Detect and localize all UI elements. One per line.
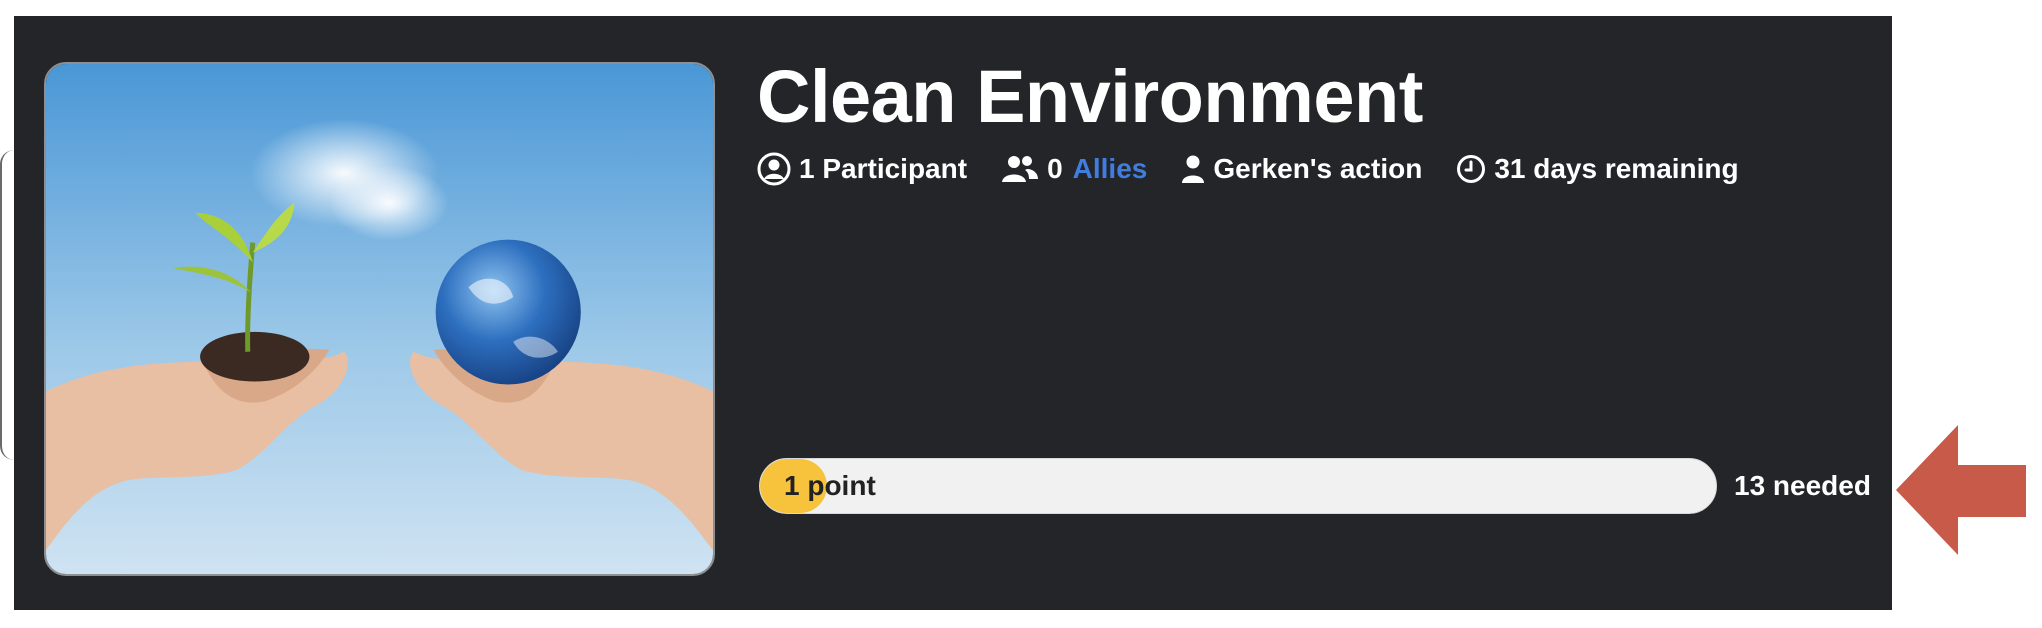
action-image[interactable] [44, 62, 715, 576]
left-arrow-icon [1896, 425, 2026, 555]
points-progress-bar: 1 point [759, 458, 1717, 514]
time-remaining-info: 31 days remaining [1456, 153, 1739, 185]
progress-points-label: 1 point [784, 470, 876, 501]
action-title: Clean Environment [757, 55, 1423, 138]
owner-text: Gerken's action [1213, 153, 1423, 184]
points-needed-label: 13 needed [1734, 470, 1871, 501]
action-card: Clean Environment 1 Participant 0 Allies [14, 16, 1892, 610]
participants-text: 1 Participant [799, 153, 968, 184]
allies-info: 0 Allies [1001, 153, 1147, 185]
user-circle-icon [757, 152, 791, 186]
users-icon [1002, 156, 1039, 182]
participants-info[interactable]: 1 Participant [757, 152, 967, 186]
action-meta: 1 Participant 0 Allies Gerken's action 3… [757, 149, 1773, 189]
hands-plant-earth-image [46, 64, 713, 574]
allies-count: 0 [1047, 153, 1063, 184]
user-icon [1182, 155, 1205, 183]
time-remaining-text: 31 days remaining [1494, 153, 1739, 184]
allies-link[interactable]: Allies [1073, 153, 1148, 185]
owner-info: Gerken's action [1181, 153, 1422, 185]
clock-icon [1457, 155, 1486, 183]
